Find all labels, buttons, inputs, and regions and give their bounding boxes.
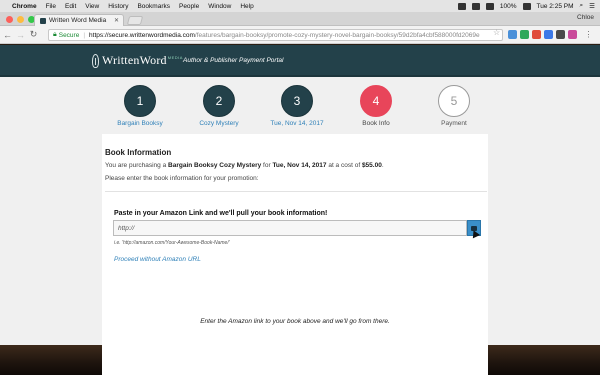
menu-people[interactable]: People bbox=[179, 3, 199, 10]
amazon-link-label: Paste in your Amazon Link and we'll pull… bbox=[114, 210, 328, 217]
menu-bookmarks[interactable]: Bookmarks bbox=[137, 3, 170, 10]
menu-bar-status: 100% Tue 2:25 PM ⌕ ☰ bbox=[457, 0, 595, 12]
back-icon[interactable]: ← bbox=[2, 30, 13, 40]
battery-percent[interactable]: 100% bbox=[500, 3, 517, 10]
spotlight-icon[interactable]: ⌕ bbox=[580, 2, 584, 10]
promotion-cost: $55.00 bbox=[361, 162, 382, 169]
pen-nib-icon bbox=[92, 53, 99, 68]
step-label[interactable]: Bargain Booksy bbox=[100, 120, 180, 127]
step-label: Payment bbox=[441, 120, 467, 127]
step-5: 5 Payment bbox=[414, 85, 494, 127]
notification-center-icon[interactable]: ☰ bbox=[589, 2, 595, 10]
purchase-summary: You are purchasing a Bargain Booksy Cozy… bbox=[105, 162, 384, 169]
wifi-icon[interactable] bbox=[485, 2, 494, 10]
cost-prefix: at a cost of bbox=[328, 162, 361, 169]
chrome-menu-icon[interactable]: ⋮ bbox=[584, 30, 593, 39]
menu-help[interactable]: Help bbox=[240, 3, 253, 10]
address-separator: | bbox=[83, 31, 86, 39]
extension-icon[interactable] bbox=[556, 30, 565, 39]
logo-name: WrittenWord bbox=[102, 53, 167, 67]
url-example: i.e. 'http://amazon.com/Your-Awesome-Boo… bbox=[114, 240, 230, 246]
browser-tab-strip: Written Word Media ✕ Chloe bbox=[0, 12, 600, 26]
step-circle[interactable]: 1 bbox=[124, 85, 156, 117]
reload-icon[interactable]: ↻ bbox=[28, 29, 39, 40]
profile-name[interactable]: Chloe bbox=[577, 14, 594, 21]
step-circle[interactable]: 2 bbox=[203, 85, 235, 117]
step-label[interactable]: Cozy Mystery bbox=[179, 120, 259, 127]
step-4: 4 Book Info bbox=[336, 85, 416, 127]
status-icon[interactable] bbox=[471, 2, 480, 10]
amazon-url-input[interactable] bbox=[113, 220, 467, 236]
close-window-button[interactable] bbox=[6, 16, 13, 23]
step-3[interactable]: 3 Tue, Nov 14, 2017 bbox=[257, 85, 337, 127]
purchase-mid: for bbox=[263, 162, 271, 169]
page-background bbox=[488, 134, 600, 375]
step-circle: 5 bbox=[438, 85, 470, 117]
proceed-without-url-link[interactable]: Proceed without Amazon URL bbox=[114, 256, 201, 263]
tab-title: Written Word Media bbox=[49, 17, 107, 24]
instructions: Please enter the book information for yo… bbox=[105, 175, 259, 182]
menu-window[interactable]: Window bbox=[208, 3, 231, 10]
new-tab-button[interactable] bbox=[126, 16, 144, 25]
menu-app-chrome[interactable]: Chrome bbox=[12, 3, 37, 10]
logo-suffix: MEDIA bbox=[167, 55, 183, 60]
macos-menu-bar: Chrome File Edit View History Bookmarks … bbox=[0, 0, 600, 12]
page-background bbox=[0, 134, 102, 375]
extension-icon[interactable] bbox=[568, 30, 577, 39]
step-2[interactable]: 2 Cozy Mystery bbox=[179, 85, 259, 127]
battery-icon[interactable] bbox=[522, 2, 531, 10]
purchase-prefix: You are purchasing a bbox=[105, 162, 167, 169]
favicon-icon bbox=[40, 17, 46, 24]
extension-icon[interactable] bbox=[544, 30, 553, 39]
step-label[interactable]: Tue, Nov 14, 2017 bbox=[257, 120, 337, 127]
menu-view[interactable]: View bbox=[85, 3, 99, 10]
extension-icon[interactable] bbox=[520, 30, 529, 39]
lock-icon: 🔒︎ bbox=[53, 31, 57, 38]
step-label: Book Info bbox=[362, 120, 390, 127]
browser-tab[interactable]: Written Word Media ✕ bbox=[34, 14, 124, 26]
step-circle[interactable]: 3 bbox=[281, 85, 313, 117]
menu-file[interactable]: File bbox=[46, 3, 56, 10]
promotion-date: Tue, Nov 14, 2017 bbox=[272, 162, 327, 169]
extension-icon[interactable] bbox=[508, 30, 517, 39]
section-title: Book Information bbox=[105, 148, 172, 157]
extension-icon[interactable] bbox=[532, 30, 541, 39]
bookmark-star-icon[interactable]: ☆ bbox=[493, 28, 500, 37]
divider bbox=[105, 191, 487, 192]
empty-state-message: Enter the Amazon link to your book above… bbox=[200, 318, 390, 325]
book-info-card bbox=[102, 134, 488, 375]
step-1[interactable]: 1 Bargain Booksy bbox=[100, 85, 180, 127]
url-path: /features/bargain-booksy/promote-cozy-my… bbox=[194, 31, 480, 39]
address-bar[interactable]: 🔒︎ Secure | https://secure.writtenwordme… bbox=[48, 29, 503, 41]
forward-icon[interactable]: → bbox=[15, 30, 26, 40]
minimize-window-button[interactable] bbox=[17, 16, 24, 23]
step-circle: 4 bbox=[360, 85, 392, 117]
menu-edit[interactable]: Edit bbox=[65, 3, 76, 10]
site-header: WrittenWord MEDIA Author & Publisher Pay… bbox=[0, 45, 600, 77]
menu-history[interactable]: History bbox=[108, 3, 128, 10]
portal-title: Author & Publisher Payment Portal bbox=[183, 57, 284, 64]
close-tab-icon[interactable]: ✕ bbox=[114, 17, 119, 24]
window-controls bbox=[6, 16, 35, 23]
url-host: https://secure.writtenwordmedia.com bbox=[89, 31, 195, 39]
product-name: Bargain Booksy Cozy Mystery bbox=[168, 162, 262, 169]
secure-label: Secure bbox=[58, 31, 80, 39]
status-icon[interactable] bbox=[457, 2, 466, 10]
clock[interactable]: Tue 2:25 PM bbox=[537, 3, 574, 10]
written-word-media-logo[interactable]: WrittenWord MEDIA bbox=[92, 53, 183, 68]
period: . bbox=[381, 162, 384, 169]
